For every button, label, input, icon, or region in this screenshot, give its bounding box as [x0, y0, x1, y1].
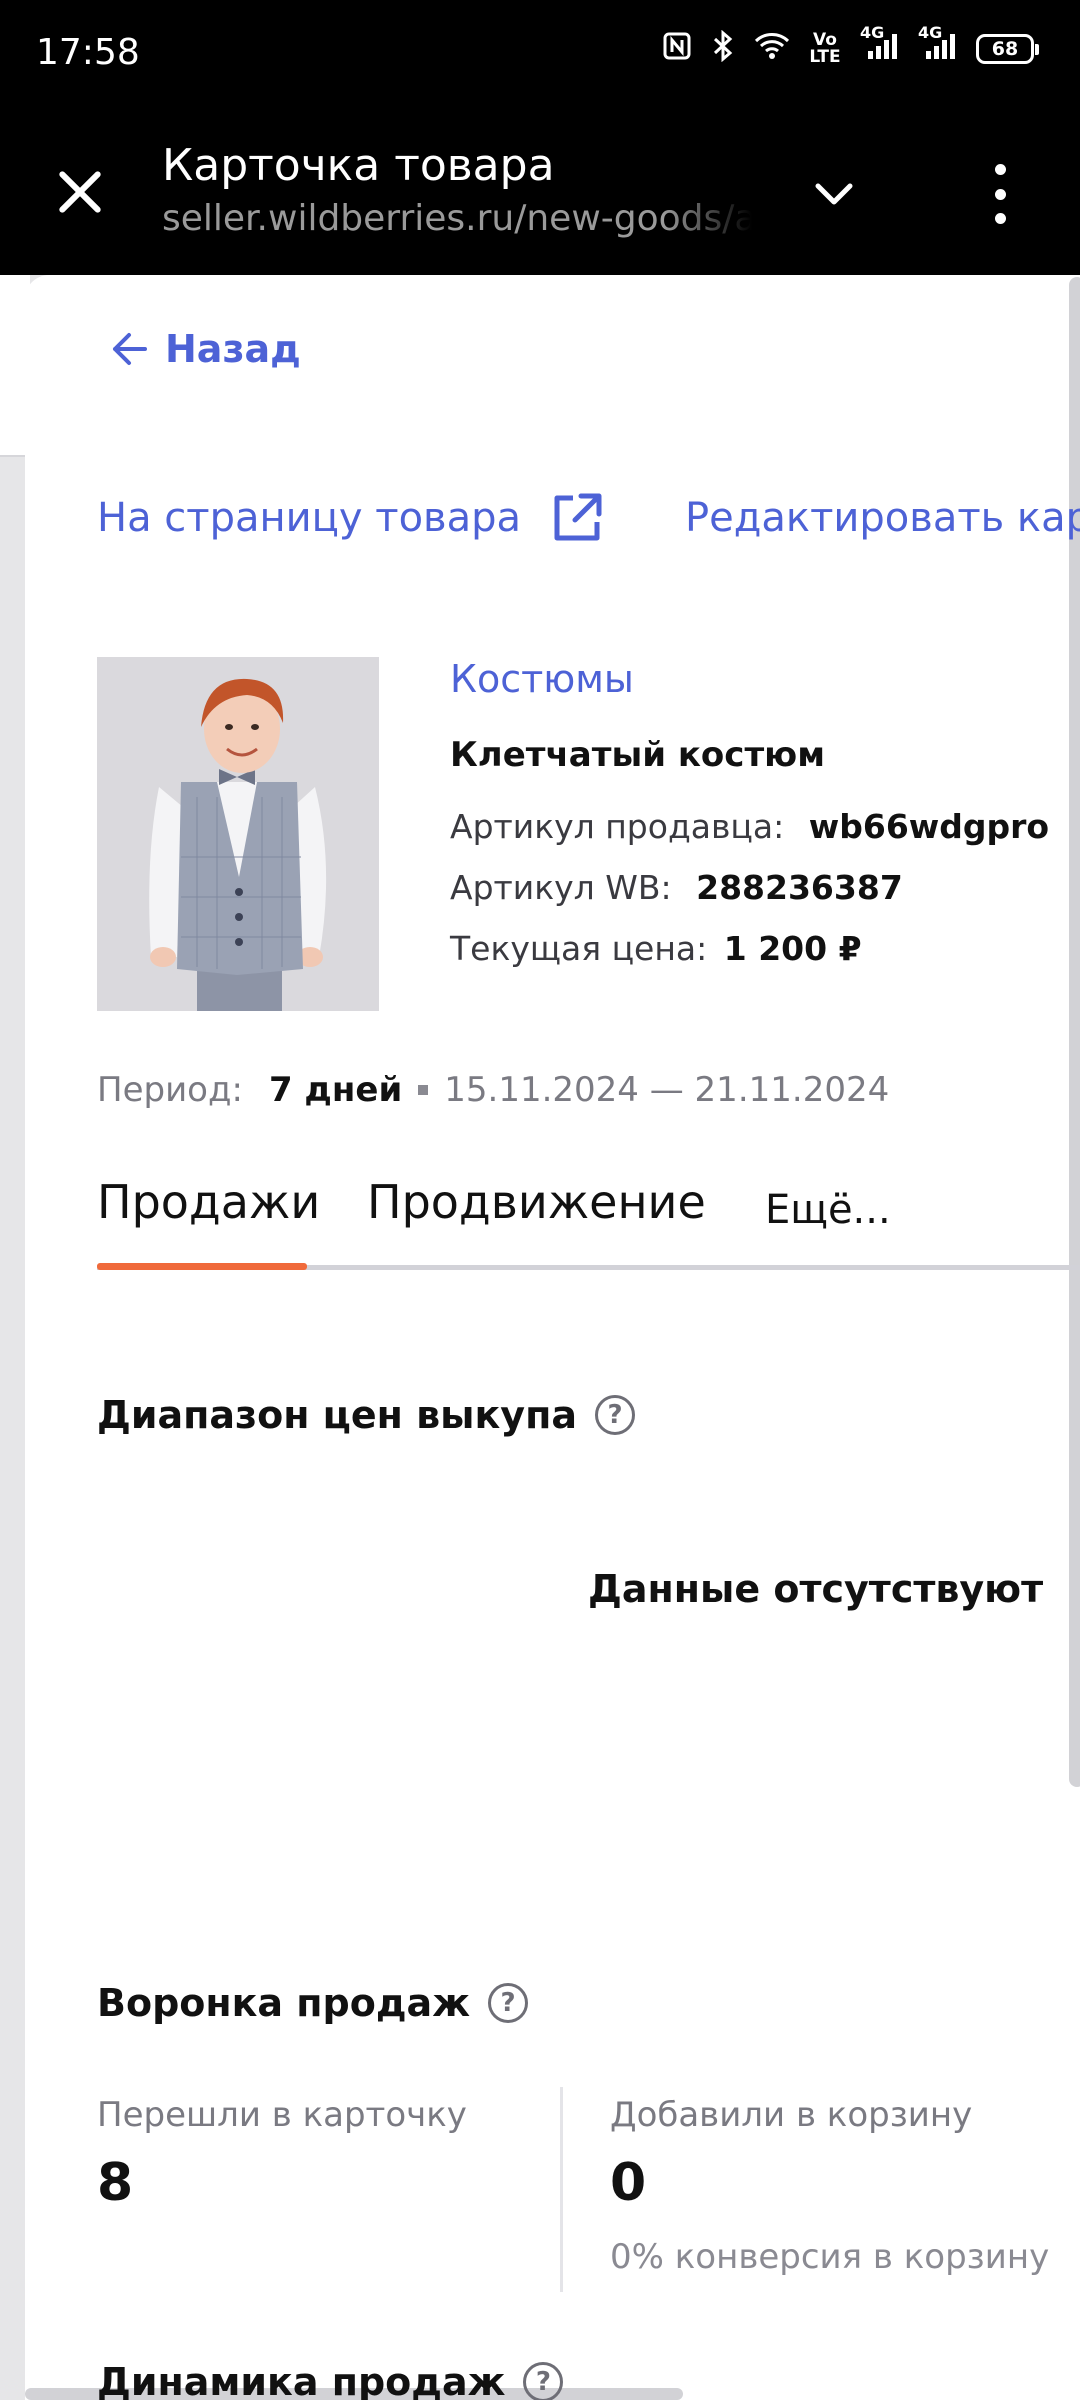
- back-label: Назад: [165, 327, 301, 371]
- bluetooth-icon: [710, 29, 736, 67]
- product-name: Клетчатый костюм: [450, 735, 825, 775]
- help-icon[interactable]: ?: [523, 2362, 564, 2400]
- tab-promotion[interactable]: Продвижение: [367, 1175, 706, 1229]
- seller-article-row: Артикул продавца: wb66wdgpro: [450, 807, 1049, 846]
- more-options-icon[interactable]: [982, 164, 1018, 224]
- tabs-bar: Продажи Продвижение Ещё...: [97, 1175, 1080, 1267]
- volte-icon: Vo LTE: [809, 29, 841, 67]
- product-page-link-label: На страницу товара: [97, 495, 522, 541]
- wb-article-label: Артикул WB:: [450, 868, 672, 907]
- price-value: 1 200 ₽: [723, 929, 862, 968]
- status-bar: 17:58 Vo LTE 4G 4G 68: [0, 0, 1080, 110]
- chevron-down-icon[interactable]: [812, 172, 856, 216]
- sales-funnel-title: Воронка продаж ?: [97, 1981, 529, 2025]
- sales-dynamics-title-label: Динамика продаж: [97, 2360, 506, 2400]
- back-button[interactable]: Назад: [109, 327, 301, 371]
- help-icon[interactable]: ?: [488, 1983, 529, 2023]
- price-row: Текущая цена: 1 200 ₽: [450, 929, 862, 968]
- cart-conversion: 0% конверсия в корзину: [610, 2237, 1050, 2277]
- page-title: Карточка товара: [162, 140, 555, 191]
- tab-sales[interactable]: Продажи: [97, 1175, 320, 1229]
- network-type-label: 4G: [918, 23, 943, 42]
- help-icon[interactable]: ?: [594, 1395, 635, 1435]
- price-range-title-label: Диапазон цен выкупа: [97, 1393, 577, 1437]
- nfc-icon: [662, 31, 692, 66]
- edit-card-link[interactable]: Редактировать карточку: [685, 495, 1080, 541]
- product-image[interactable]: [97, 657, 379, 1011]
- sales-dynamics-title: Динамика продаж ?: [97, 2360, 564, 2400]
- price-range-title: Диапазон цен выкупа ?: [97, 1393, 635, 1437]
- signal-4g-icon: 4G: [918, 25, 958, 66]
- period-label: Период:: [97, 1070, 243, 1110]
- signal-4g-icon: 4G: [860, 25, 900, 66]
- status-icons: Vo LTE 4G 4G 68: [662, 25, 1039, 67]
- product-category[interactable]: Костюмы: [450, 657, 634, 701]
- battery-icon: 68: [976, 33, 1039, 64]
- wb-article-value: 288236387: [696, 868, 903, 907]
- funnel-divider: [560, 2087, 563, 2292]
- period-row: Период: 7 дней 15.11.2024 — 21.11.2024: [97, 1070, 889, 1110]
- product-page-link[interactable]: На страницу товара: [97, 490, 605, 546]
- card-visits-value: 8: [97, 2153, 134, 2213]
- external-link-icon: [554, 493, 602, 541]
- seller-article-label: Артикул продавца:: [450, 807, 785, 846]
- status-time: 17:58: [36, 32, 140, 73]
- sales-funnel-title-label: Воронка продаж: [97, 1981, 471, 2025]
- page-url[interactable]: seller.wildberries.ru/new-goods/all-good…: [162, 198, 752, 239]
- added-to-cart-label: Добавили в корзину: [610, 2095, 973, 2135]
- product-card-sheet: Назад На страницу товара Редактировать к…: [25, 275, 1080, 2400]
- separator-dot: [418, 1085, 429, 1095]
- arrow-left-icon: [113, 333, 147, 365]
- tab-more[interactable]: Ещё...: [765, 1187, 891, 1233]
- no-data-message: Данные отсутствуют: [588, 1567, 1044, 1611]
- period-range: 15.11.2024 — 21.11.2024: [444, 1070, 890, 1110]
- seller-article-value: wb66wdgpro: [808, 807, 1050, 846]
- close-icon[interactable]: [52, 164, 108, 220]
- added-to-cart-value: 0: [610, 2153, 647, 2213]
- price-label: Текущая цена:: [450, 929, 708, 968]
- card-visits-label: Перешли в карточку: [97, 2095, 467, 2135]
- period-days[interactable]: 7 дней: [269, 1070, 402, 1110]
- custom-tab-toolbar: Карточка товара seller.wildberries.ru/ne…: [0, 110, 1080, 275]
- wifi-icon: [754, 31, 790, 66]
- wb-article-row: Артикул WB: 288236387: [450, 868, 903, 907]
- product-actions: На страницу товара Редактировать карточк…: [97, 490, 1080, 546]
- network-type-label: 4G: [860, 23, 885, 42]
